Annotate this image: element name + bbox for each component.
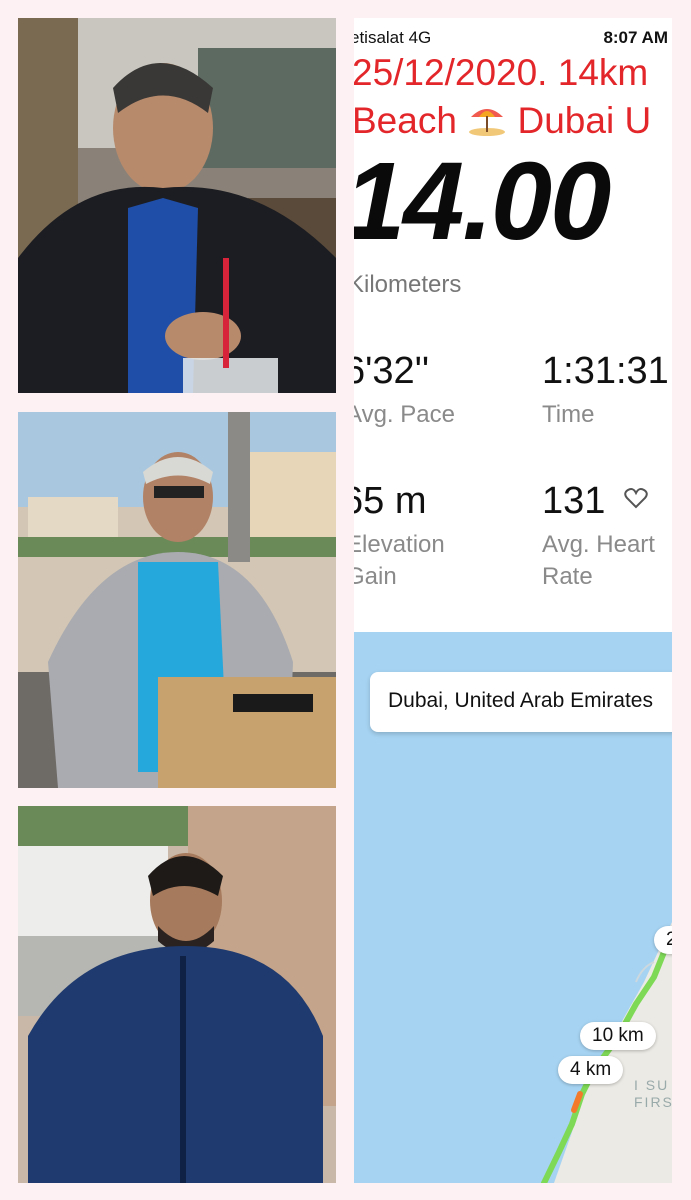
elevation-label: Elevation Gain — [354, 529, 445, 593]
route-map[interactable]: Dubai, United Arab Emirates 2 10 km 4 km… — [354, 632, 672, 1183]
time-value: 1:31:31 — [542, 350, 669, 392]
photo-man-black-jacket — [18, 18, 336, 393]
distance-unit: Kilometers — [354, 271, 462, 298]
pace-value: 6'32'' — [354, 350, 430, 392]
header-date-line: 25/12/2020. 14km — [354, 52, 649, 93]
heart-outline-icon — [624, 488, 648, 509]
heart-rate-label: Avg. Heart Rate — [542, 529, 655, 593]
heart-rate-number: 131 — [542, 480, 606, 522]
location-card[interactable]: Dubai, United Arab Emirates — [370, 672, 672, 732]
heart-rate-label-line2: Rate — [542, 563, 593, 590]
km-marker-10: 10 km — [580, 1022, 656, 1050]
photo-man-blue-puffer-jacket — [18, 806, 336, 1183]
time-label: Time — [542, 401, 595, 428]
photo-man-sunglasses-grey-hoodie — [18, 412, 336, 788]
header-beach-text: Beach — [354, 100, 457, 141]
distance-value: 14.00 — [354, 140, 611, 263]
status-bar: etisalat 4G 8:07 AM — [354, 24, 672, 50]
map-label-firs: FIRS — [634, 1094, 672, 1110]
header-dubai-text: Dubai U — [517, 100, 652, 141]
status-time: 8:07 AM — [603, 28, 668, 47]
header-location-line: Beach Dubai U — [354, 100, 651, 142]
elevation-value: 65 m — [354, 480, 427, 522]
running-app-screenshot: etisalat 4G 8:07 AM 25/12/2020. 14km Bea… — [354, 18, 672, 1183]
km-marker-4: 4 km — [558, 1056, 624, 1084]
heart-rate-label-line1: Avg. Heart — [542, 531, 655, 558]
elevation-label-line1: Elevation — [354, 531, 445, 558]
beach-umbrella-icon — [469, 109, 506, 136]
map-label-su: I SU — [634, 1077, 670, 1093]
carrier-label: etisalat 4G — [354, 28, 432, 47]
pace-label: Avg. Pace — [354, 401, 455, 428]
heart-rate-value: 131 — [542, 480, 648, 523]
elevation-label-line2: Gain — [354, 563, 397, 590]
